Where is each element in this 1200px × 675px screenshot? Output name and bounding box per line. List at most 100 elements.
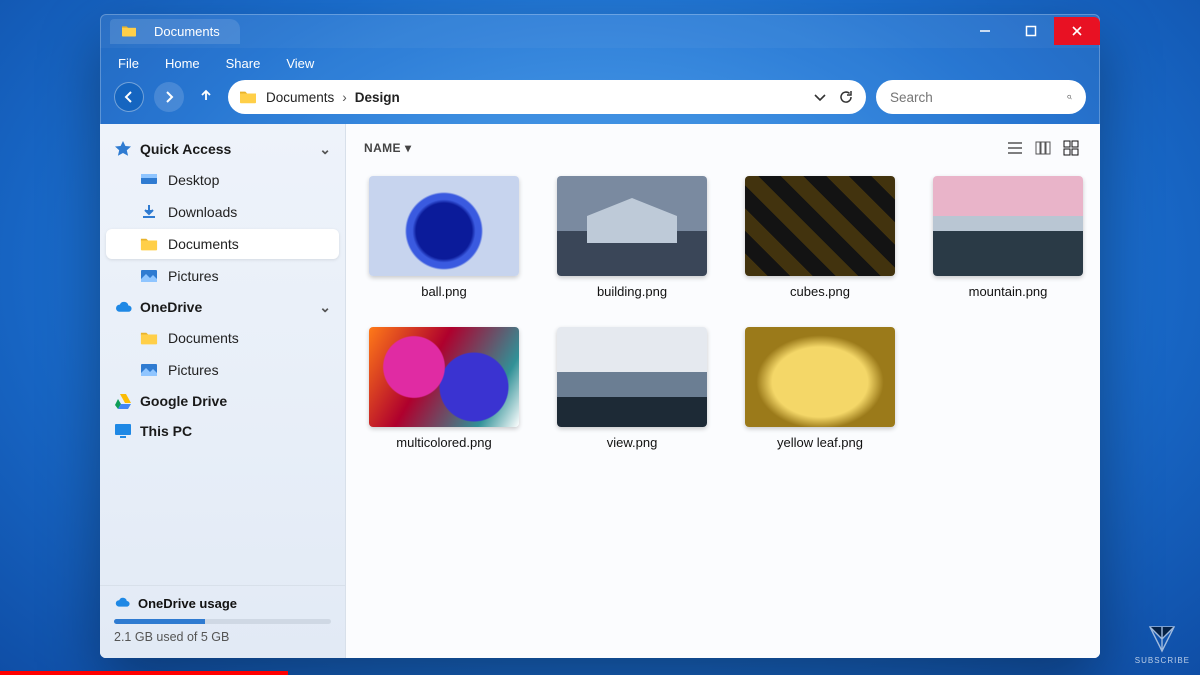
sidebar-item-label: Pictures	[168, 362, 219, 378]
usage-fill	[114, 619, 205, 624]
sidebar-label: Quick Access	[140, 141, 231, 157]
sidebar-item-this-pc[interactable]: This PC	[100, 416, 345, 446]
sidebar-item-label: Downloads	[168, 204, 237, 220]
breadcrumb-leaf[interactable]: Design	[355, 90, 400, 105]
chevron-right-icon: ›	[342, 90, 347, 105]
video-progress-bar[interactable]	[0, 671, 288, 675]
window-title: Documents	[154, 24, 220, 39]
file-thumbnail	[557, 176, 707, 276]
sidebar-item-label: Documents	[168, 330, 239, 346]
file-name: yellow leaf.png	[777, 435, 863, 450]
sidebar-label: Google Drive	[140, 393, 227, 409]
arrow-up-icon	[198, 87, 214, 103]
usage-bar	[114, 619, 331, 624]
content-area: NAME ▾ ball.png building.png cubes.png m…	[346, 124, 1100, 658]
sidebar-item-label: Desktop	[168, 172, 219, 188]
file-thumbnail	[369, 176, 519, 276]
search-icon	[1067, 89, 1072, 105]
menubar: File Home Share View	[100, 48, 1100, 78]
address-bar[interactable]: Documents › Design	[228, 80, 866, 114]
titlebar: Documents	[100, 14, 1100, 48]
star-icon	[114, 140, 132, 158]
file-item[interactable]: mountain.png	[928, 176, 1088, 299]
desktop-icon	[140, 171, 158, 189]
sidebar-item-label: Documents	[168, 236, 239, 252]
view-list-button[interactable]	[1004, 138, 1026, 158]
file-name: cubes.png	[790, 284, 850, 299]
file-name: multicolored.png	[396, 435, 491, 450]
content-header: NAME ▾	[364, 134, 1082, 162]
cloud-icon	[114, 596, 130, 611]
refresh-icon[interactable]	[838, 89, 854, 105]
nav-forward-button[interactable]	[154, 82, 184, 112]
nav-row: Documents › Design	[100, 78, 1100, 124]
chevron-down-icon[interactable]: ⌄	[319, 141, 331, 158]
sort-by-name[interactable]: NAME ▾	[364, 141, 411, 155]
file-name: mountain.png	[969, 284, 1048, 299]
sidebar-group-quick-access[interactable]: Quick Access ⌄	[100, 134, 345, 164]
file-item[interactable]: building.png	[552, 176, 712, 299]
sidebar-item-onedrive-pictures[interactable]: Pictures	[106, 355, 339, 385]
file-item[interactable]: ball.png	[364, 176, 524, 299]
pictures-icon	[140, 361, 158, 379]
maximize-button[interactable]	[1008, 17, 1054, 45]
search-input[interactable]	[890, 90, 1067, 105]
breadcrumb-root[interactable]: Documents	[266, 90, 334, 105]
menu-home[interactable]: Home	[165, 56, 200, 71]
sidebar-label: OneDrive	[140, 299, 202, 315]
menu-view[interactable]: View	[286, 56, 314, 71]
pictures-icon	[140, 267, 158, 285]
usage-text: 2.1 GB used of 5 GB	[114, 630, 331, 644]
file-explorer-window: Documents File Home Share View Documents…	[100, 14, 1100, 658]
cloud-icon	[114, 298, 132, 316]
sidebar-group-onedrive[interactable]: OneDrive ⌄	[100, 292, 345, 322]
channel-watermark[interactable]: SUBSCRIBE	[1135, 624, 1190, 665]
file-name: view.png	[607, 435, 658, 450]
file-item[interactable]: multicolored.png	[364, 327, 524, 450]
window-title-tab[interactable]: Documents	[110, 19, 240, 44]
explorer-body: Quick Access ⌄ Desktop Downloads Documen…	[100, 124, 1100, 658]
menu-file[interactable]: File	[118, 56, 139, 71]
file-thumbnail	[557, 327, 707, 427]
file-name: building.png	[597, 284, 667, 299]
sidebar-item-documents[interactable]: Documents	[106, 229, 339, 259]
search-box[interactable]	[876, 80, 1086, 114]
arrow-right-icon	[161, 89, 177, 105]
nav-back-button[interactable]	[114, 82, 144, 112]
nav-up-button[interactable]	[194, 87, 218, 108]
folder-icon	[140, 235, 158, 253]
file-name: ball.png	[421, 284, 467, 299]
file-item[interactable]: view.png	[552, 327, 712, 450]
watermark-label: SUBSCRIBE	[1135, 656, 1190, 665]
view-grid-button[interactable]	[1060, 138, 1082, 158]
sidebar-item-pictures[interactable]: Pictures	[106, 261, 339, 291]
chevron-down-icon[interactable]	[812, 89, 828, 105]
monitor-icon	[114, 422, 132, 440]
sidebar-label: This PC	[140, 423, 192, 439]
sidebar-item-downloads[interactable]: Downloads	[106, 197, 339, 227]
folder-icon	[120, 24, 138, 38]
sort-descending-icon: ▾	[405, 141, 411, 155]
sidebar-item-desktop[interactable]: Desktop	[106, 165, 339, 195]
sidebar-item-google-drive[interactable]: Google Drive	[100, 386, 345, 416]
view-columns-button[interactable]	[1032, 138, 1054, 158]
sidebar-footer: OneDrive usage 2.1 GB used of 5 GB	[100, 585, 345, 658]
sidebar-item-onedrive-documents[interactable]: Documents	[106, 323, 339, 353]
usage-title: OneDrive usage	[138, 596, 237, 611]
download-icon	[140, 203, 158, 221]
sidebar: Quick Access ⌄ Desktop Downloads Documen…	[100, 124, 346, 658]
file-thumbnail	[933, 176, 1083, 276]
sort-label: NAME	[364, 141, 401, 155]
file-thumbnail	[745, 327, 895, 427]
menu-share[interactable]: Share	[226, 56, 261, 71]
arrow-left-icon	[121, 89, 137, 105]
minimize-button[interactable]	[962, 17, 1008, 45]
close-button[interactable]	[1054, 17, 1100, 45]
chevron-down-icon[interactable]: ⌄	[319, 299, 331, 316]
sidebar-item-label: Pictures	[168, 268, 219, 284]
file-item[interactable]: cubes.png	[740, 176, 900, 299]
google-drive-icon	[114, 392, 132, 410]
file-item[interactable]: yellow leaf.png	[740, 327, 900, 450]
file-grid: ball.png building.png cubes.png mountain…	[364, 162, 1082, 450]
file-thumbnail	[369, 327, 519, 427]
